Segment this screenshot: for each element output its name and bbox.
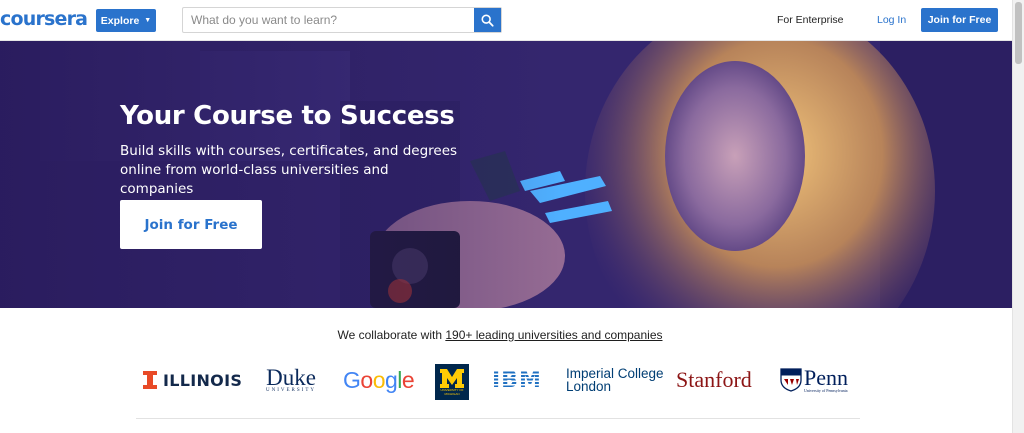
stanford-wordmark: Stanford [676,367,752,392]
imperial-college-logo[interactable]: Imperial College London [566,360,664,400]
penn-text-block: Penn University of Pennsylvania [804,364,848,393]
for-enterprise-link[interactable]: For Enterprise [777,14,844,26]
join-for-free-hero-button[interactable]: Join for Free [120,200,262,249]
hero-subtitle: Build skills with courses, certificates,… [120,143,458,197]
partner-logos-row: ILLINOIS Duke UNIVERSITY Google UNIVERSI… [0,360,1012,404]
penn-logo[interactable]: Penn University of Pennsylvania [780,360,848,400]
partners-heading: We collaborate with 190+ leading univers… [0,328,1000,342]
duke-wordmark: Duke [266,364,316,390]
ibm-logo[interactable]: IBM [492,360,542,400]
login-link[interactable]: Log In [877,14,906,26]
google-letter: G [343,366,361,393]
partners-lead-text: We collaborate with [337,328,443,342]
imperial-line-2: London [566,379,612,394]
top-navigation-bar: coursera Explore ▼ For Enterprise Log In… [0,0,1012,41]
explore-button[interactable]: Explore ▼ [96,9,156,32]
chevron-down-icon: ▼ [144,17,152,24]
scrollbar-thumb[interactable] [1015,2,1022,64]
google-logo[interactable]: Google [343,360,415,400]
partners-link[interactable]: 190+ leading universities and companies [445,328,662,342]
hero-banner: Your Course to Success Build skills with… [0,41,1012,308]
google-letter: e [401,366,415,393]
duke-subtext: UNIVERSITY [266,387,316,393]
duke-logo[interactable]: Duke UNIVERSITY [266,360,316,400]
ibm-wordmark: IBM [492,367,542,393]
penn-wordmark: Penn [804,364,848,390]
google-wordmark: Google [343,366,415,394]
michigan-logo[interactable]: UNIVERSITY OF MICHIGAN [435,362,469,402]
join-for-free-header-button[interactable]: Join for Free [921,8,998,32]
google-letter: o [372,366,386,393]
explore-button-label: Explore [100,14,140,27]
illinois-wordmark: ILLINOIS [163,370,243,390]
illinois-logo[interactable]: ILLINOIS [143,360,242,400]
vertical-scrollbar[interactable] [1012,0,1024,433]
search-input[interactable] [183,8,474,32]
search-bar [182,7,502,33]
search-button[interactable] [474,8,501,32]
penn-shield-icon [780,368,802,392]
section-divider [136,418,860,419]
google-letter: g [384,366,398,393]
coursera-logo[interactable]: coursera [0,8,88,30]
stanford-logo[interactable]: Stanford [676,360,752,400]
hero-title: Your Course to Success [120,101,455,131]
michigan-subtext: UNIVERSITY OF MICHIGAN [440,388,464,396]
search-icon [481,14,494,27]
penn-subtext: University of Pennsylvania [804,387,848,393]
illinois-block-i-icon [143,371,157,389]
google-letter: o [360,366,373,393]
